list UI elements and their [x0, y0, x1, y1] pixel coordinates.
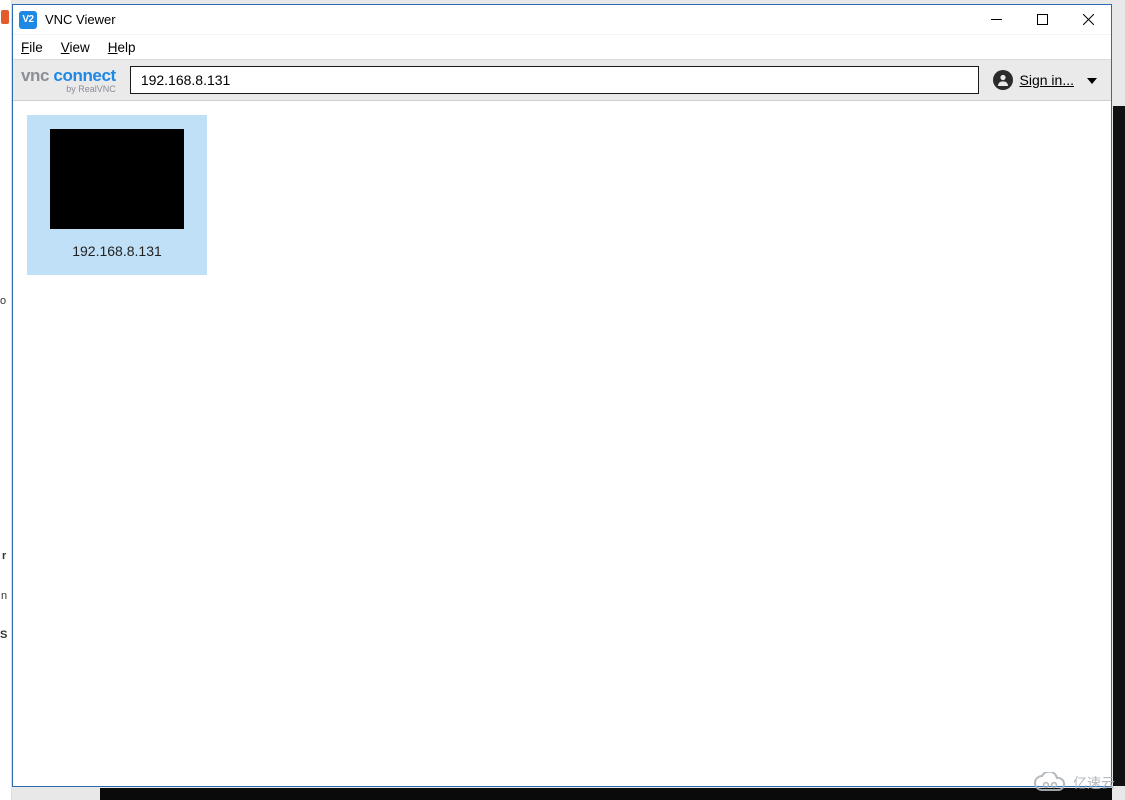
titlebar[interactable]: V2 VNC Viewer — [13, 5, 1111, 35]
menubar: File View Help — [13, 35, 1111, 59]
sign-in-button[interactable]: Sign in... — [989, 70, 1101, 90]
maximize-icon — [1037, 14, 1048, 25]
bg-letter: o — [0, 295, 6, 307]
watermark-text: 亿速云 — [1073, 773, 1115, 793]
menu-file[interactable]: File — [21, 40, 43, 55]
connection-tile[interactable]: 192.168.8.131 — [27, 115, 207, 275]
connections-area: 192.168.8.131 — [13, 101, 1111, 786]
app-icon-text: V2 — [22, 14, 33, 25]
sign-in-label: Sign in... — [1020, 72, 1074, 88]
minimize-icon — [991, 14, 1002, 25]
connection-thumbnail — [50, 129, 184, 229]
app-icon: V2 — [19, 11, 37, 29]
background-window-sliver: o r n S — [0, 0, 12, 800]
logo-connect-text: connect — [53, 66, 115, 85]
background-bottom-bar — [100, 788, 1112, 800]
logo-line1: vnc connect — [21, 67, 116, 84]
logo-line2: by RealVNC — [66, 85, 116, 94]
vnc-connect-logo: vnc connect by RealVNC — [17, 67, 120, 94]
minimize-button[interactable] — [973, 5, 1019, 35]
toolbar: vnc connect by RealVNC Sign in... — [13, 59, 1111, 101]
menu-help[interactable]: Help — [108, 40, 136, 55]
close-icon — [1083, 14, 1094, 25]
menu-view[interactable]: View — [61, 40, 90, 55]
bg-letter: S — [0, 629, 7, 641]
background-orange-accent — [1, 10, 9, 24]
bg-letter: r — [2, 550, 6, 562]
address-input[interactable] — [130, 66, 979, 94]
close-button[interactable] — [1065, 5, 1111, 35]
window-title: VNC Viewer — [45, 12, 116, 27]
watermark: 亿速云 — [1033, 772, 1115, 794]
vnc-viewer-window: V2 VNC Viewer File View Help vnc connect… — [12, 4, 1112, 787]
cloud-icon — [1033, 772, 1067, 794]
bg-letter: n — [1, 590, 7, 602]
user-icon — [993, 70, 1013, 90]
background-dark-strip — [1113, 106, 1125, 786]
maximize-button[interactable] — [1019, 5, 1065, 35]
connection-label: 192.168.8.131 — [72, 243, 162, 259]
logo-vnc-text: vnc — [21, 66, 49, 85]
chevron-down-icon — [1087, 71, 1097, 89]
